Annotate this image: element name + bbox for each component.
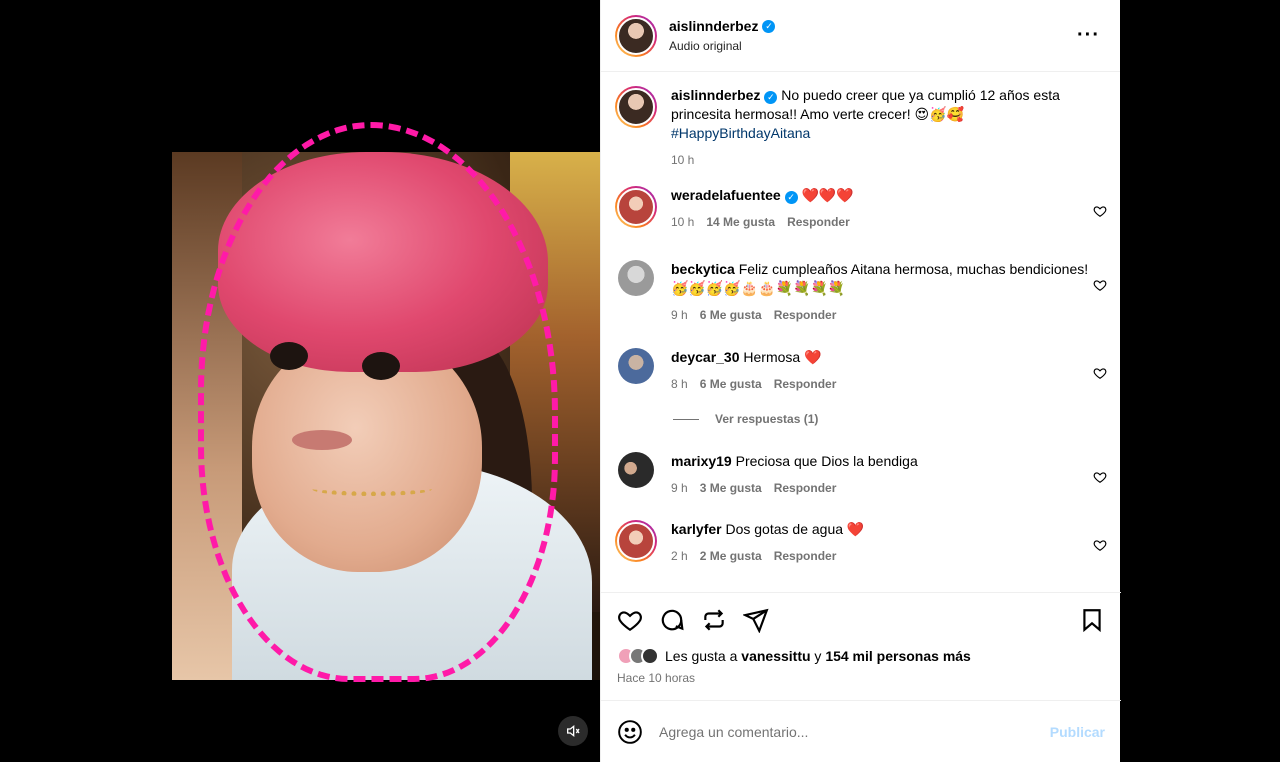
liker-avatars [617,647,659,665]
comment-likes[interactable]: 3 Me gusta [700,479,762,498]
avatar[interactable] [615,186,657,228]
heart-icon[interactable] [1093,470,1107,484]
comment-username[interactable]: weradelafuentee [671,187,781,203]
avatar[interactable] [618,452,654,488]
comment-time: 2 h [671,549,688,563]
caption: aislinnderbez ✓ No puedo creer que ya cu… [601,86,1121,170]
comment-composer: Publicar [601,700,1121,762]
comment-bubble-icon[interactable] [659,607,685,633]
likes-joiner: y [814,648,822,664]
comment-username[interactable]: beckytica [671,261,735,277]
avatar[interactable] [618,260,654,296]
comment-input[interactable] [659,723,1050,740]
send-paper-plane-icon[interactable] [743,607,769,633]
mute-button[interactable] [558,716,588,746]
post-header: aislinnderbez ✓ Audio original ··· [601,0,1120,72]
author-username[interactable]: aislinnderbez ✓ [669,18,776,34]
reply-button[interactable]: Responder [774,306,837,325]
avatar[interactable] [615,14,657,57]
comment-item: weradelafuentee ✓ ❤️❤️❤️ 10 h 14 Me gust… [601,186,1121,232]
post-media[interactable] [168,0,600,762]
comments-list[interactable]: aislinnderbez ✓ No puedo creer que ya cu… [601,72,1121,592]
reply-button[interactable]: Responder [774,547,837,566]
comment-text: ❤️❤️❤️ [801,187,854,203]
comment-time: 9 h [671,308,688,322]
avatar[interactable] [615,86,657,128]
post-actions: Les gusta a vanessittu y 154 mil persona… [601,592,1121,685]
posted-time[interactable]: Hace 10 horas [617,671,1105,685]
view-replies-button[interactable]: Ver respuestas (1) [673,412,818,426]
comment-likes[interactable]: 2 Me gusta [700,547,762,566]
avatar[interactable] [615,520,657,562]
reply-button[interactable]: Responder [774,479,837,498]
heart-icon[interactable] [617,607,643,633]
replies-divider [673,418,699,420]
smiley-icon[interactable] [617,719,643,745]
avatar [641,647,659,665]
comment-likes[interactable]: 14 Me gusta [706,213,775,232]
heart-icon[interactable] [1093,366,1107,380]
verified-badge-icon: ✓ [784,191,798,204]
publish-button[interactable]: Publicar [1050,724,1105,740]
verified-badge-icon: ✓ [762,19,776,33]
author-name[interactable]: aislinnderbez [669,18,758,34]
comment-text: Hermosa ❤️ [743,349,822,365]
more-options-icon[interactable]: ··· [1071,24,1106,47]
comment-username[interactable]: deycar_30 [671,349,740,365]
verified-badge-icon: ✓ [764,91,778,104]
comment-item: karlyfer Dos gotas de agua ❤️ 2 h 2 Me g… [601,520,1121,566]
share-repost-icon[interactable] [701,607,727,633]
caption-username[interactable]: aislinnderbez [671,87,760,103]
reply-button[interactable]: Responder [787,213,850,232]
avatar[interactable] [618,348,654,384]
likes-others[interactable]: 154 mil personas más [825,648,971,664]
backdrop-right [1120,0,1280,762]
comment-time: 10 h [671,215,695,229]
comment-item: deycar_30 Hermosa ❤️ 8 h 6 Me gusta Resp… [601,348,1121,394]
post-details-panel: aislinnderbez ✓ Audio original ··· aisli… [600,0,1121,762]
comment-time: 9 h [671,481,688,495]
reply-button[interactable]: Responder [774,375,837,394]
heart-icon[interactable] [1093,538,1107,552]
likes-user[interactable]: vanessittu [741,648,810,664]
caption-hashtag[interactable]: #HappyBirthdayAitana [671,125,810,141]
likes-prefix: Les gusta a [665,648,738,664]
comment-likes[interactable]: 6 Me gusta [700,306,762,325]
likes-summary[interactable]: Les gusta a vanessittu y 154 mil persona… [617,647,1105,665]
view-replies-label[interactable]: Ver respuestas (1) [715,412,818,426]
comment-item: marixy19 Preciosa que Dios la bendiga 9 … [601,452,1121,498]
comment-text: Dos gotas de agua ❤️ [725,521,865,537]
comment-item: beckytica Feliz cumpleaños Aitana hermos… [601,260,1121,325]
comment-time: 8 h [671,377,688,391]
audio-label[interactable]: Audio original [669,39,1071,53]
caption-time: 10 h [671,153,695,167]
heart-icon[interactable] [1093,278,1107,292]
speaker-muted-icon [567,724,580,738]
heart-icon[interactable] [1093,204,1107,218]
comment-likes[interactable]: 6 Me gusta [700,375,762,394]
comment-username[interactable]: marixy19 [671,453,732,469]
comment-username[interactable]: karlyfer [671,521,722,537]
comment-text: Preciosa que Dios la bendiga [735,453,918,469]
bookmark-icon[interactable] [1079,607,1105,633]
